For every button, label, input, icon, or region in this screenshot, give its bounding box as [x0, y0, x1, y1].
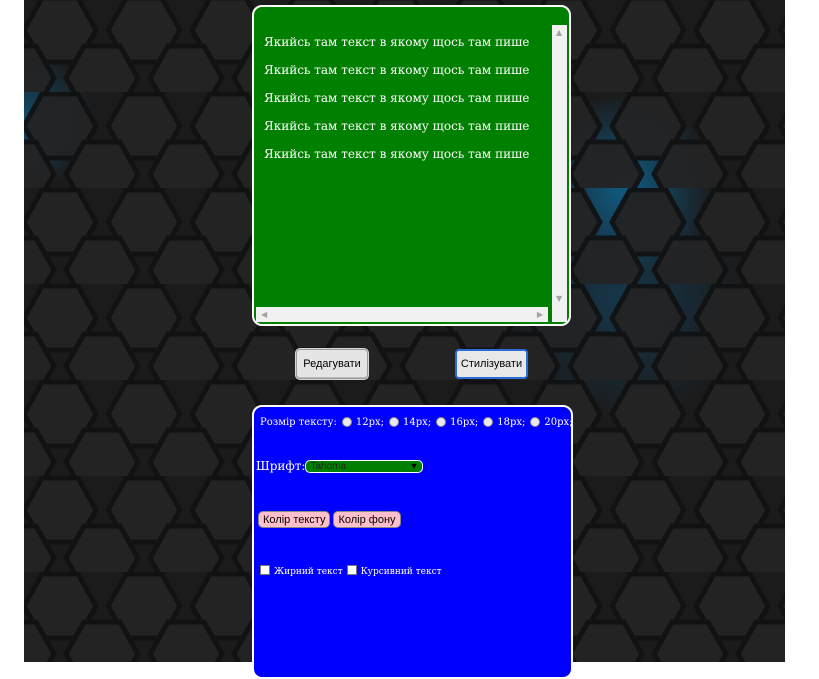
text-line: Якийсь там текст в якому щось там пише	[264, 35, 530, 49]
scroll-down-icon[interactable]: ▼	[556, 295, 562, 303]
font-size-label: Розмір тексту:	[260, 417, 337, 428]
font-family-select[interactable]: Tahoma ▼	[305, 459, 424, 473]
stylize-button[interactable]: Стилізувати	[455, 349, 528, 379]
italic-label: Курсивний текст	[360, 567, 442, 577]
bold-checkbox[interactable]	[260, 565, 270, 575]
text-line: Якийсь там текст в якому щось там пише	[264, 91, 530, 105]
size-18-radio[interactable]	[483, 416, 494, 427]
size-18-label: 18px;	[497, 417, 526, 428]
text-line: Якийсь там текст в якому щось там пише	[264, 119, 530, 133]
edit-button[interactable]: Редагувати	[296, 349, 368, 379]
size-14-radio[interactable]	[389, 416, 399, 427]
text-display-area[interactable]: Якийсь там текст в якому щось там пише Я…	[252, 5, 571, 326]
background-color-button[interactable]: Колір фону	[333, 511, 401, 528]
size-12-label: 12px;	[355, 417, 384, 428]
font-family-label: Шрифт:	[256, 459, 306, 473]
scrollbar-corner	[552, 307, 567, 322]
style-panel: Розмір тексту: 12px; 14px; 16px; 18px; 2…	[252, 405, 573, 679]
horizontal-scrollbar[interactable]: ◀ ▶	[256, 307, 548, 322]
scroll-left-icon[interactable]: ◀	[261, 311, 267, 319]
font-size-options: Розмір тексту: 12px; 14px; 16px; 18px; 2…	[260, 416, 573, 428]
size-12-radio[interactable]	[341, 416, 352, 427]
scroll-right-icon[interactable]: ▶	[537, 311, 543, 319]
size-20-radio[interactable]	[530, 416, 541, 427]
chevron-down-icon: ▼	[409, 461, 419, 471]
text-line: Якийсь там текст в якому щось там пише	[264, 147, 530, 161]
size-16-label: 16px;	[450, 417, 479, 428]
size-16-radio[interactable]	[436, 416, 447, 427]
text-line: Якийсь там текст в якому щось там пише	[264, 63, 530, 77]
vertical-scrollbar[interactable]: ▲ ▼	[552, 25, 567, 307]
text-decoration-row: Жирний текст Курсивний текст	[260, 565, 446, 577]
size-20-label: 20px;	[544, 417, 573, 428]
text-content: Якийсь там текст в якому щось там пише Я…	[264, 35, 549, 175]
scroll-up-icon[interactable]: ▲	[556, 29, 562, 37]
bold-label: Жирний текст	[274, 567, 343, 577]
font-family-row: Шрифт: Tahoma ▼	[256, 459, 424, 473]
color-buttons-row: Колір тексту Колір фону	[258, 511, 404, 528]
italic-checkbox[interactable]	[346, 565, 357, 575]
text-color-button[interactable]: Колір тексту	[258, 511, 331, 528]
font-family-value: Tahoma	[310, 460, 347, 472]
size-14-label: 14px;	[403, 417, 432, 428]
